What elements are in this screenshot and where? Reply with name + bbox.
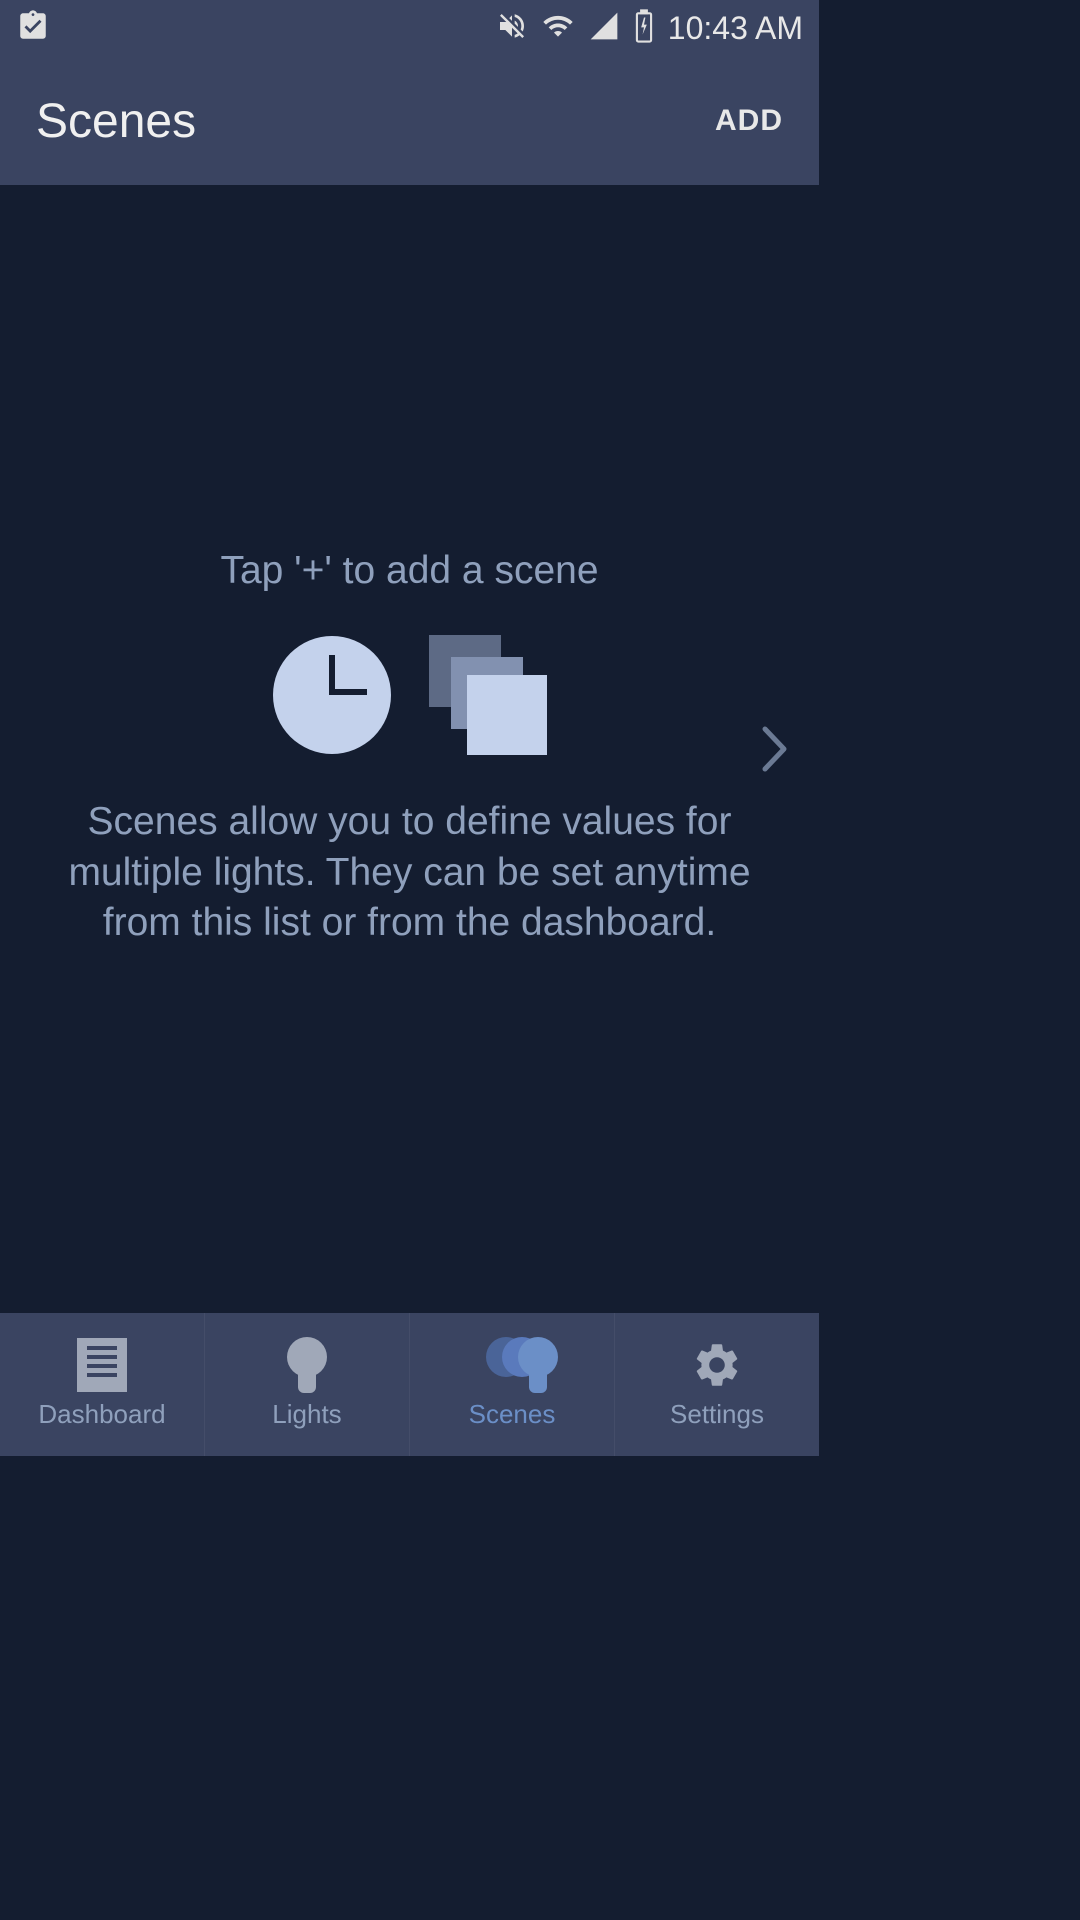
clock-icon — [273, 636, 391, 754]
app-bar: Scenes ADD — [0, 57, 819, 185]
nav-lights[interactable]: Lights — [205, 1313, 410, 1456]
status-left — [16, 9, 50, 48]
bottom-nav: Dashboard Lights Scenes Settings — [0, 1313, 819, 1456]
status-bar: 10:43 AM — [0, 0, 819, 57]
battery-charging-icon — [634, 9, 654, 48]
nav-label-scenes: Scenes — [469, 1399, 556, 1430]
signal-icon — [588, 10, 620, 47]
wifi-icon — [542, 10, 574, 47]
empty-state-icons — [273, 635, 547, 755]
dashboard-icon — [76, 1339, 128, 1391]
gear-icon — [691, 1339, 743, 1391]
clipboard-icon — [16, 9, 50, 48]
nav-label-dashboard: Dashboard — [38, 1399, 165, 1430]
empty-state-description: Scenes allow you to define values for mu… — [60, 797, 759, 949]
stack-icon — [427, 635, 547, 755]
page-title: Scenes — [36, 94, 196, 149]
scenes-icon — [486, 1339, 538, 1391]
nav-scenes[interactable]: Scenes — [410, 1313, 615, 1456]
status-right: 10:43 AM — [496, 9, 803, 48]
status-time: 10:43 AM — [668, 10, 803, 47]
mute-icon — [496, 10, 528, 47]
content-area: Tap '+' to add a scene Scenes allow you … — [0, 185, 819, 1313]
empty-state-title: Tap '+' to add a scene — [220, 549, 598, 593]
bulb-icon — [281, 1339, 333, 1391]
nav-label-lights: Lights — [272, 1399, 341, 1430]
nav-dashboard[interactable]: Dashboard — [0, 1313, 205, 1456]
next-page-button[interactable] — [755, 719, 795, 779]
add-button[interactable]: ADD — [715, 104, 783, 138]
nav-settings[interactable]: Settings — [615, 1313, 819, 1456]
nav-label-settings: Settings — [670, 1399, 764, 1430]
